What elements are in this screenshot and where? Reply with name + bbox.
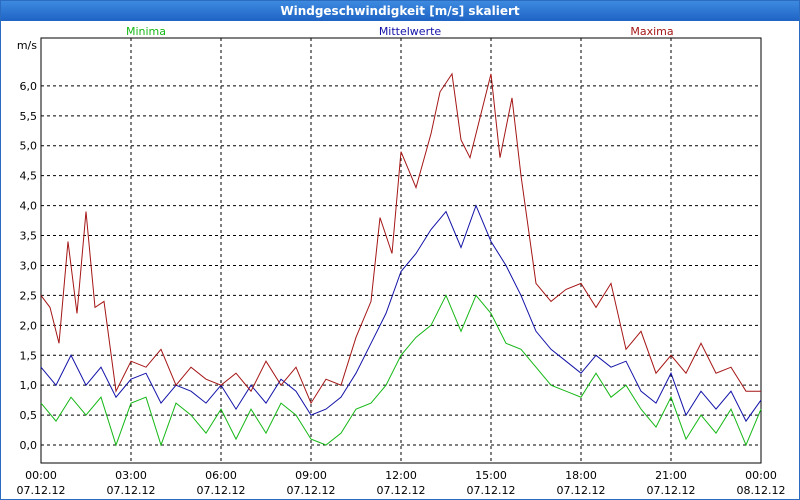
x-tick-time: 03:00: [115, 469, 147, 482]
y-tick-label: 2,0: [20, 319, 38, 332]
x-axis-ticks: 00:00 07.12.12 03:00 07.12.12 06:00 07.12.12 0…: [17, 469, 786, 497]
x-tick-time: 12:00: [385, 469, 417, 482]
y-tick-label: 0,0: [20, 439, 38, 452]
y-tick-label: 5,0: [20, 140, 38, 153]
x-tick-date: 07.12.12: [377, 484, 426, 497]
x-tick-date: 07.12.12: [107, 484, 156, 497]
legend-entry-minima: Minima: [126, 25, 166, 38]
x-tick-date: 07.12.12: [17, 484, 66, 497]
legend: Minima Mittelwerte Maxima: [126, 25, 674, 38]
y-tick-label: 0,5: [20, 409, 38, 422]
legend-entry-maxima: Maxima: [630, 25, 673, 38]
x-tick-date: 08.12.12: [737, 484, 786, 497]
y-tick-label: 1,5: [20, 349, 38, 362]
x-tick-time: 00:00: [745, 469, 777, 482]
x-tick-date: 07.12.12: [557, 484, 606, 497]
y-tick-label: 3,0: [20, 259, 38, 272]
x-tick-date: 07.12.12: [647, 484, 696, 497]
x-tick-time: 21:00: [655, 469, 687, 482]
x-tick-time: 18:00: [565, 469, 597, 482]
y-tick-label: 6,0: [20, 80, 38, 93]
x-tick-date: 07.12.12: [287, 484, 336, 497]
y-axis-ticks: 0,0 0,5 1,0 1,5 2,0 2,5 3,0 3,5 4,0 4,5 5,0 5,5 6,0: [20, 80, 38, 452]
wind-speed-chart: 0,00,51,01,52,02,53,03,54,04,55,05,56,0 …: [17, 25, 786, 497]
y-tick-label: 5,5: [20, 110, 38, 123]
x-tick-date: 07.12.12: [197, 484, 246, 497]
x-tick-time: 06:00: [205, 469, 237, 482]
x-tick-time: 15:00: [475, 469, 507, 482]
y-axis-label: m/s: [17, 39, 37, 52]
y-tick-label: 4,5: [20, 170, 38, 183]
x-tick-time: 09:00: [295, 469, 327, 482]
legend-entry-mittelwerte: Mittelwerte: [379, 25, 442, 38]
y-tick-label: 2,5: [20, 289, 38, 302]
y-tick-label: 3,5: [20, 230, 38, 243]
x-tick-time: 00:00: [25, 469, 57, 482]
grid-lines: [41, 38, 761, 463]
x-tick-date: 07.12.12: [467, 484, 516, 497]
y-tick-label: 1,0: [20, 379, 38, 392]
y-tick-label: 4,0: [20, 200, 38, 213]
